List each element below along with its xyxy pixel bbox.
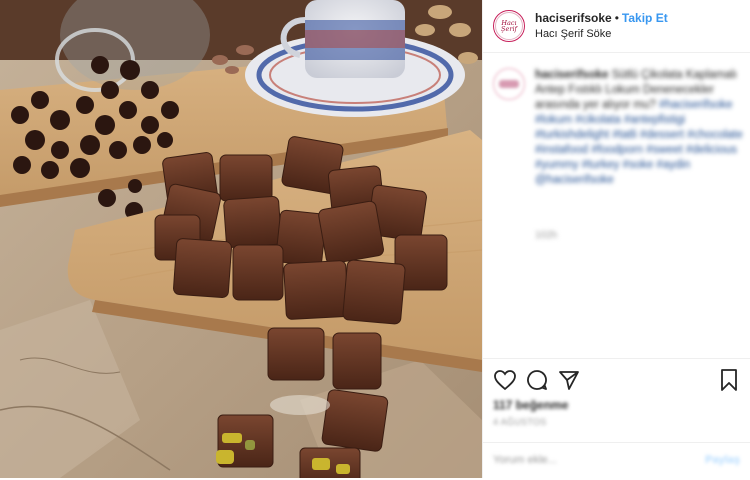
post-date: 4 AĞUSTOS xyxy=(493,417,547,427)
bookmark-icon[interactable] xyxy=(717,368,741,392)
header-info: haciserifsoke • Takip Et Hacı Şerif Söke xyxy=(535,10,668,41)
header-row: haciserifsoke • Takip Et xyxy=(535,10,668,26)
heart-icon[interactable] xyxy=(493,368,517,392)
share-icon[interactable] xyxy=(557,368,581,392)
post-header: Hacı Şerif haciserifsoke • Takip Et Hacı Ş… xyxy=(483,0,750,53)
avatar[interactable]: Hacı Şerif xyxy=(493,10,525,42)
comment-input[interactable]: Yorum ekle... xyxy=(493,454,557,466)
post-photo[interactable] xyxy=(0,0,482,478)
location-link[interactable]: Hacı Şerif Söke xyxy=(535,28,668,41)
chocolate-lokum-image xyxy=(0,0,482,478)
caption-area: haciserifsoke Sütlü Çikolata Kaplamalı A… xyxy=(483,54,750,358)
caption-time: 102h xyxy=(535,230,558,241)
caption-text: haciserifsoke Sütlü Çikolata Kaplamalı A… xyxy=(535,68,743,188)
follow-button[interactable]: Takip Et xyxy=(622,11,668,25)
avatar-logo: Hacı Şerif xyxy=(495,12,523,40)
comment-icon[interactable] xyxy=(525,368,549,392)
caption-username[interactable]: haciserifsoke xyxy=(535,69,609,81)
separator-dot: • xyxy=(614,10,619,25)
username-link[interactable]: haciserifsoke xyxy=(535,11,612,25)
comment-row: Yorum ekle... Paylaş xyxy=(483,442,750,480)
action-bar: 117 beğenme 4 AĞUSTOS Yorum ekle... Payl… xyxy=(483,358,750,479)
caption-avatar-logo xyxy=(499,80,519,88)
caption-hashtags[interactable]: #haciserifsoke #lokum #cikolata #antepfi… xyxy=(535,99,743,186)
likes-count[interactable]: 117 beğenme xyxy=(493,398,568,412)
post-sidebar: Hacı Şerif haciserifsoke • Takip Et Hacı Ş… xyxy=(482,0,750,478)
caption-avatar[interactable] xyxy=(493,68,525,100)
post-comment-button[interactable]: Paylaş xyxy=(705,454,740,466)
instagram-post: Hacı Şerif haciserifsoke • Takip Et Hacı Ş… xyxy=(0,0,750,478)
